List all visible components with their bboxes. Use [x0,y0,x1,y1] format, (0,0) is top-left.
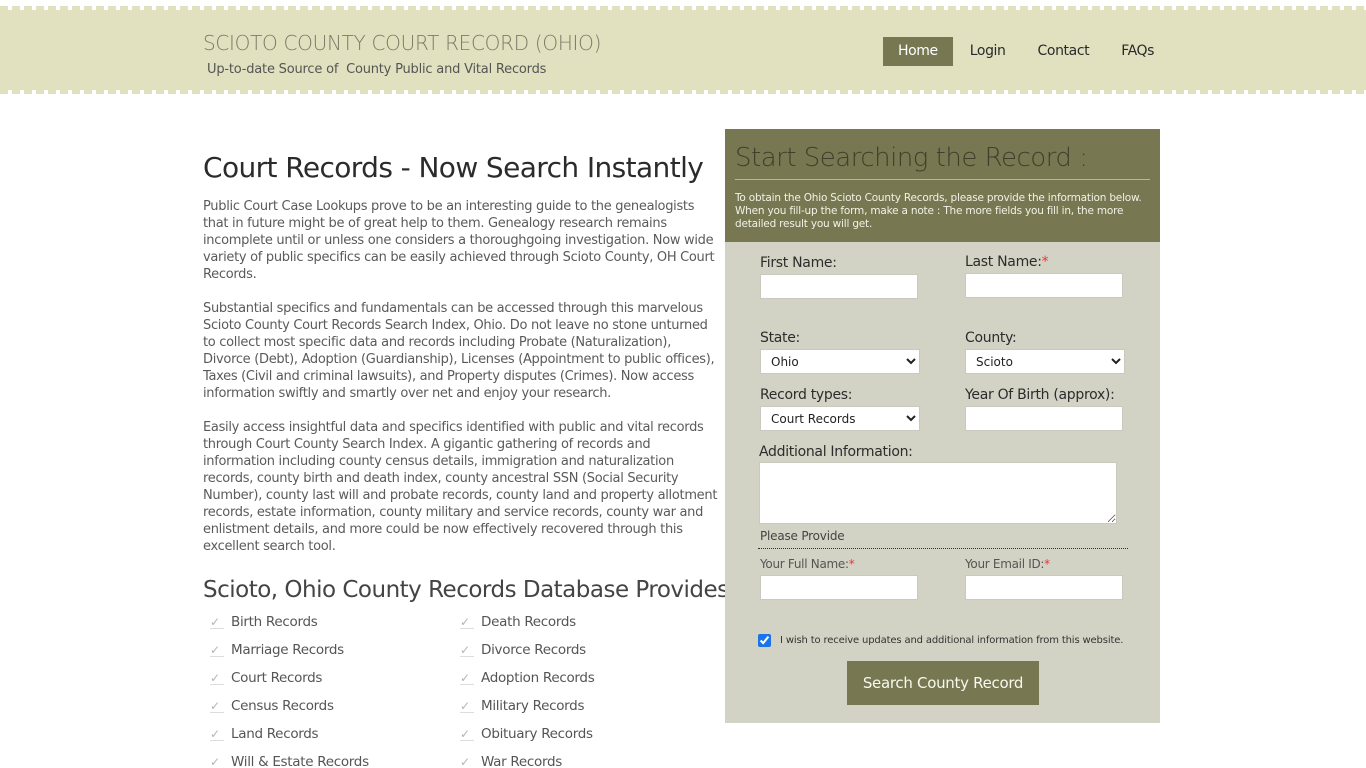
main-content: Court Records - Now Search Instantly Pub… [203,150,729,768]
list-item: ✓ Will & Estate Records [203,748,453,768]
records-list: ✓ Birth Records ✓ Death Records ✓ Marriage … [203,608,718,768]
list-item: ✓ Obituary Records [453,720,703,748]
record-type-label: Divorce Records [481,642,586,658]
record-type-label: Obituary Records [481,726,593,742]
last-name-input[interactable] [965,273,1123,298]
required-mark: * [1044,557,1050,571]
record-types-field: Record types: Court Records [760,386,920,431]
full-name-field: Your Full Name:* [760,555,918,600]
list-item: ✓ Adoption Records [453,664,703,692]
first-name-label: First Name: [760,255,837,271]
check-icon: ✓ [210,615,224,629]
form-intro: To obtain the Ohio Scioto County Records… [735,192,1142,230]
nav-login[interactable]: Login [955,37,1021,66]
consent-checkbox[interactable] [758,634,771,647]
check-icon: ✓ [460,699,474,713]
check-icon: ✓ [210,755,224,768]
state-label: State: [760,330,800,346]
record-type-label: War Records [481,754,562,768]
additional-info-label: Additional Information: [759,444,913,460]
full-name-input[interactable] [760,575,918,600]
check-icon: ✓ [210,643,224,657]
list-item: ✓ Divorce Records [453,636,703,664]
additional-info-field: Additional Information: [759,443,1117,524]
year-of-birth-label: Year Of Birth (approx): [965,387,1115,403]
record-type-label: Marriage Records [231,642,344,658]
additional-info-textarea[interactable] [759,462,1117,524]
form-header: Start Searching the Record : To obtain t… [725,129,1160,242]
year-of-birth-input[interactable] [965,406,1123,431]
check-icon: ✓ [460,755,474,768]
intro-paragraph: Public Court Case Lookups prove to be an… [203,199,715,282]
year-of-birth-field: Year Of Birth (approx): [965,386,1123,431]
first-name-input[interactable] [760,274,918,299]
record-type-label: Birth Records [231,614,318,630]
site-tagline: Up-to-date Source of County Public and V… [207,62,547,77]
county-select[interactable]: Scioto [965,349,1125,374]
record-type-label: Military Records [481,698,585,714]
email-label: Your Email ID:* [965,557,1050,571]
form-heading: Start Searching the Record : [735,141,1150,180]
email-field: Your Email ID:* [965,555,1123,600]
list-item: ✓ Death Records [453,608,703,636]
record-type-label: Court Records [231,670,323,686]
list-item: ✓ Marriage Records [203,636,453,664]
record-type-label: Adoption Records [481,670,595,686]
main-nav: Home Login Contact FAQs [883,37,1171,66]
nav-contact[interactable]: Contact [1023,37,1105,66]
check-icon: ✓ [460,615,474,629]
list-item: ✓ Birth Records [203,608,453,636]
search-county-record-button[interactable]: Search County Record [847,661,1039,705]
last-name-label: Last Name:* [965,254,1049,270]
records-heading: Scioto, Ohio County Records Database Pro… [203,577,729,603]
list-item: ✓ Military Records [453,692,703,720]
site-title[interactable]: SCIOTO COUNTY COURT RECORD (OHIO) [203,31,601,55]
record-type-label: Death Records [481,614,576,630]
email-input[interactable] [965,575,1123,600]
record-types-select[interactable]: Court Records [760,406,920,431]
record-type-label: Land Records [231,726,319,742]
check-icon: ✓ [460,643,474,657]
check-icon: ✓ [460,727,474,741]
nav-faqs[interactable]: FAQs [1106,37,1169,66]
site-header: SCIOTO COUNTY COURT RECORD (OHIO) Up-to-… [0,6,1366,94]
required-mark: * [1041,254,1049,270]
record-types-label: Record types: [760,387,853,403]
record-type-label: Census Records [231,698,334,714]
check-icon: ✓ [460,671,474,685]
check-icon: ✓ [210,727,224,741]
last-name-field: Last Name:* [965,253,1123,298]
first-name-field: First Name: [760,254,918,299]
list-item: ✓ War Records [453,748,703,768]
list-item: ✓ Land Records [203,720,453,748]
page-title: Court Records - Now Search Instantly [203,151,704,184]
state-select[interactable]: Ohio [760,349,920,374]
check-icon: ✓ [210,671,224,685]
dotted-divider [758,548,1128,549]
please-provide-label: Please Provide [760,529,845,543]
access-paragraph: Easily access insightful data and specif… [203,420,718,554]
panel-shadow [750,720,1140,742]
nav-home[interactable]: Home [883,37,953,66]
list-item: ✓ Census Records [203,692,453,720]
full-name-label: Your Full Name:* [760,557,855,571]
consent-label: I wish to receive updates and additional… [780,635,1124,646]
county-label: County: [965,330,1017,346]
state-field: State: Ohio [760,329,920,374]
record-type-label: Will & Estate Records [231,754,369,768]
county-field: County: Scioto [965,329,1125,374]
consent-row[interactable]: I wish to receive updates and additional… [758,634,1123,647]
required-mark: * [848,557,855,571]
details-paragraph: Substantial specifics and fundamentals c… [203,301,715,401]
list-item: ✓ Court Records [203,664,453,692]
check-icon: ✓ [210,699,224,713]
